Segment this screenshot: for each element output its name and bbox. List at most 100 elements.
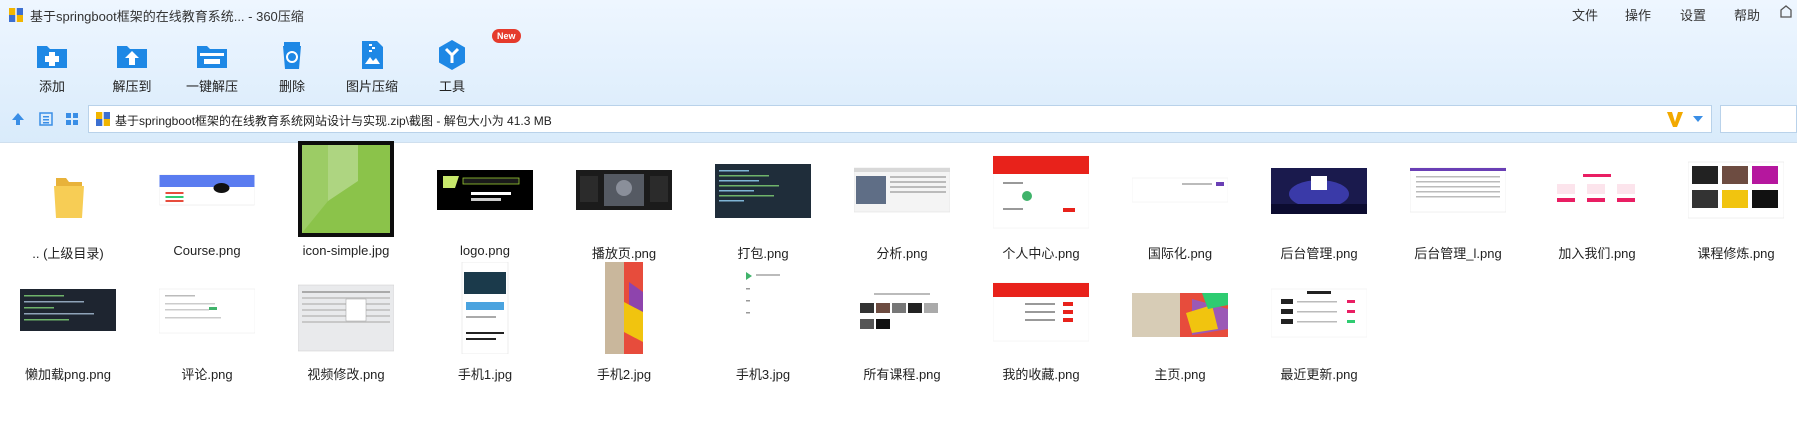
image-thumbnail: [576, 170, 672, 210]
file-name: 评论.png: [181, 367, 233, 382]
menu-settings[interactable]: 设置: [1680, 5, 1706, 24]
delete-button[interactable]: 删除: [252, 34, 332, 94]
menu-operate[interactable]: 操作: [1625, 5, 1651, 24]
search-input[interactable]: [1720, 105, 1797, 133]
v-logo-icon[interactable]: [1666, 109, 1684, 129]
top-chrome: 基于springboot框架的在线教育系统... - 360压缩 文件 操作 设…: [0, 0, 1797, 143]
file-name: 打包.png: [737, 246, 789, 261]
extract-to-button[interactable]: 解压到: [92, 34, 172, 94]
image-thumbnail: [159, 288, 255, 334]
file-name: icon-simple.jpg: [302, 243, 390, 258]
image-thumbnail: [740, 262, 786, 354]
image-thumbnail: [993, 155, 1089, 229]
extract-to-label: 解压到: [112, 79, 152, 94]
file-name: 我的收藏.png: [1002, 367, 1080, 382]
file-name: 主页.png: [1154, 367, 1206, 382]
list-view-icon[interactable]: [38, 111, 54, 127]
tools-label: 工具: [438, 79, 465, 94]
one-click-extract-button[interactable]: 一键解压: [172, 34, 252, 94]
title-bar: 基于springboot框架的在线教育系统... - 360压缩 文件 操作 设…: [0, 0, 1797, 28]
file-name: 手机3.jpg: [735, 367, 791, 382]
list-item[interactable]: 懒加载png.png: [0, 264, 136, 399]
image-thumbnail: [993, 282, 1089, 342]
menu-help[interactable]: 帮助: [1734, 5, 1760, 24]
file-name: 最近更新.png: [1280, 367, 1358, 382]
image-compress-button[interactable]: 图片压缩: [332, 34, 412, 94]
list-item[interactable]: 播放页.png: [556, 143, 692, 278]
list-item[interactable]: 我的收藏.png: [973, 264, 1109, 399]
chevron-down-icon[interactable]: [1692, 115, 1704, 123]
image-thumbnail: [461, 262, 509, 354]
image-thumbnail: [1132, 289, 1228, 337]
file-name: .. (上级目录): [32, 246, 104, 261]
tools-button[interactable]: 工具: [412, 34, 492, 94]
file-name: logo.png: [460, 243, 510, 258]
file-name: 课程修炼.png: [1697, 246, 1775, 261]
image-thumbnail: [1271, 168, 1367, 214]
menu-file[interactable]: 文件: [1572, 5, 1598, 24]
image-compress-icon: [362, 41, 383, 69]
image-thumbnail: [20, 289, 116, 331]
image-thumbnail: [605, 262, 643, 354]
file-name: 手机1.jpg: [457, 367, 513, 382]
file-name: 个人中心.png: [1002, 246, 1080, 261]
list-item[interactable]: 打包.png: [695, 143, 831, 278]
file-name: 国际化.png: [1147, 246, 1213, 261]
list-item[interactable]: 视频修改.png: [278, 264, 414, 399]
address-bar[interactable]: 基于springboot框架的在线教育系统网站设计与实现.zip\截图 - 解包…: [88, 105, 1712, 133]
archive-app-icon: [9, 8, 23, 22]
list-item[interactable]: 课程修炼.png: [1668, 143, 1797, 278]
image-thumbnail: [1688, 161, 1784, 219]
image-thumbnail: [437, 170, 533, 210]
list-item[interactable]: 手机1.jpg: [417, 262, 553, 399]
folder-icon: [54, 178, 84, 218]
list-item[interactable]: icon-simple.jpg: [278, 141, 414, 278]
list-item[interactable]: Course.png: [139, 143, 275, 278]
list-item[interactable]: 加入我们.png: [1529, 143, 1665, 278]
image-thumbnail: [1549, 172, 1645, 208]
image-thumbnail: [1410, 167, 1506, 213]
image-thumbnail: [1132, 177, 1228, 203]
archive-file-icon: [96, 112, 110, 126]
file-name: 后台管理.png: [1280, 246, 1358, 261]
list-item[interactable]: 国际化.png: [1112, 143, 1248, 278]
file-name: 手机2.jpg: [596, 367, 652, 382]
trash-icon: [283, 42, 301, 69]
list-item[interactable]: 最近更新.png: [1251, 264, 1387, 399]
thumbnail-view-icon[interactable]: [64, 111, 80, 127]
add-label: 添加: [38, 79, 65, 94]
file-name: 视频修改.png: [307, 367, 385, 382]
list-item[interactable]: 分析.png: [834, 143, 970, 278]
up-arrow-icon[interactable]: [10, 111, 26, 127]
tools-icon: [439, 40, 465, 70]
list-item[interactable]: 后台管理_l.png: [1390, 143, 1526, 278]
image-thumbnail: [159, 174, 255, 206]
skin-icon[interactable]: [1778, 3, 1794, 19]
file-list: .. (上级目录) Course.png icon-simple.jpg log…: [0, 141, 1797, 448]
list-item[interactable]: 主页.png: [1112, 264, 1248, 399]
list-item[interactable]: .. (上级目录): [0, 143, 136, 278]
list-item[interactable]: 手机3.jpg: [695, 262, 831, 399]
image-thumbnail: [1271, 288, 1367, 338]
one-click-extract-icon: [197, 46, 227, 68]
archive-path: 基于springboot框架的在线教育系统网站设计与实现.zip\截图 - 解包…: [115, 114, 552, 128]
image-thumbnail: [854, 289, 950, 333]
list-item[interactable]: logo.png: [417, 143, 553, 278]
list-item[interactable]: 个人中心.png: [973, 143, 1109, 278]
one-click-extract-label: 一键解压: [185, 79, 238, 94]
extract-folder-icon: [117, 46, 147, 68]
image-thumbnail: [298, 284, 394, 352]
add-button[interactable]: 添加: [12, 34, 92, 94]
list-item[interactable]: 所有课程.png: [834, 264, 970, 399]
list-item[interactable]: 手机2.jpg: [556, 262, 692, 399]
image-thumbnail: [715, 164, 811, 218]
list-item[interactable]: 后台管理.png: [1251, 143, 1387, 278]
add-icon: [37, 46, 67, 68]
app-window: 基于springboot框架的在线教育系统... - 360压缩 文件 操作 设…: [0, 0, 1797, 448]
new-badge: New: [492, 29, 521, 43]
image-compress-label: 图片压缩: [345, 79, 398, 94]
file-name: 播放页.png: [591, 246, 657, 261]
image-thumbnail: [854, 167, 950, 213]
file-name: 后台管理_l.png: [1414, 246, 1502, 261]
list-item[interactable]: 评论.png: [139, 264, 275, 399]
